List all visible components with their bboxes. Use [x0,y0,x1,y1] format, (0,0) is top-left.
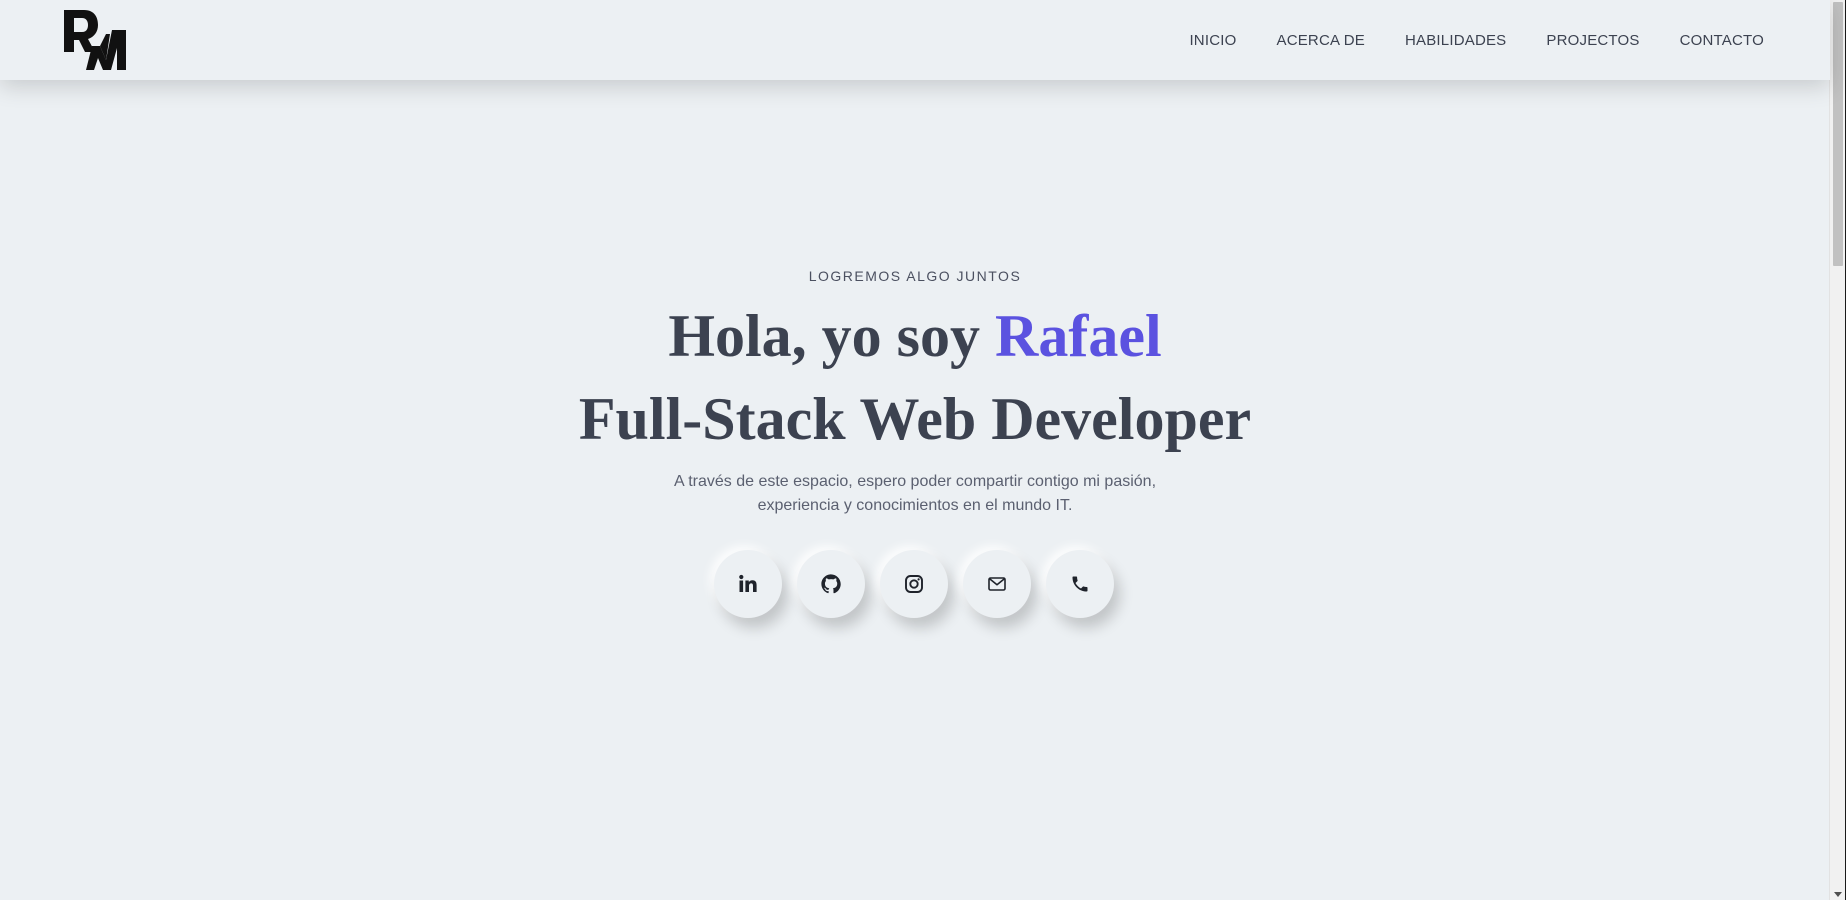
hero-greeting: Hola, yo soy Rafael [0,294,1830,378]
social-links [714,550,1114,618]
nav-link-contacto[interactable]: CONTACTO [1680,32,1764,49]
github-icon [821,574,841,594]
page: INICIO ACERCA DE HABILIDADES PROJECTOS C… [0,0,1846,900]
vertical-scrollbar[interactable] [1829,0,1846,900]
github-button[interactable] [797,550,865,618]
viewport: INICIO ACERCA DE HABILIDADES PROJECTOS C… [0,0,1830,900]
scrollbar-thumb[interactable] [1833,2,1843,266]
navbar: INICIO ACERCA DE HABILIDADES PROJECTOS C… [0,0,1830,80]
instagram-button[interactable] [880,550,948,618]
mail-icon [988,577,1006,591]
linkedin-button[interactable] [714,550,782,618]
email-button[interactable] [963,550,1031,618]
rm-logo[interactable] [62,8,128,72]
nav-link-habilidades[interactable]: HABILIDADES [1405,32,1506,49]
instagram-icon [905,575,923,593]
main-nav: INICIO ACERCA DE HABILIDADES PROJECTOS C… [1189,0,1764,80]
nav-link-proyectos[interactable]: PROJECTOS [1546,32,1639,49]
phone-button[interactable] [1046,550,1114,618]
linkedin-icon [739,574,757,592]
hero-greeting-text: Hola, yo soy [668,303,996,369]
hero-name: Rafael [995,303,1162,369]
nav-link-inicio[interactable]: INICIO [1189,32,1236,49]
nav-link-acerca-de[interactable]: ACERCA DE [1276,32,1365,49]
hero-description-line-1: A través de este espacio, espero poder c… [673,473,1157,490]
phone-icon [1072,576,1088,592]
scroll-down-arrow-icon[interactable] [1834,892,1842,897]
hero-role: Full-Stack Web Developer [578,386,1252,452]
hero-description: A través de este espacio, espero poder c… [615,470,1215,518]
hero-description-line-2: experiencia y conocimientos en el mundo … [757,497,1073,514]
hero-eyebrow: LOGREMOS ALGO JUNTOS [808,268,1022,284]
